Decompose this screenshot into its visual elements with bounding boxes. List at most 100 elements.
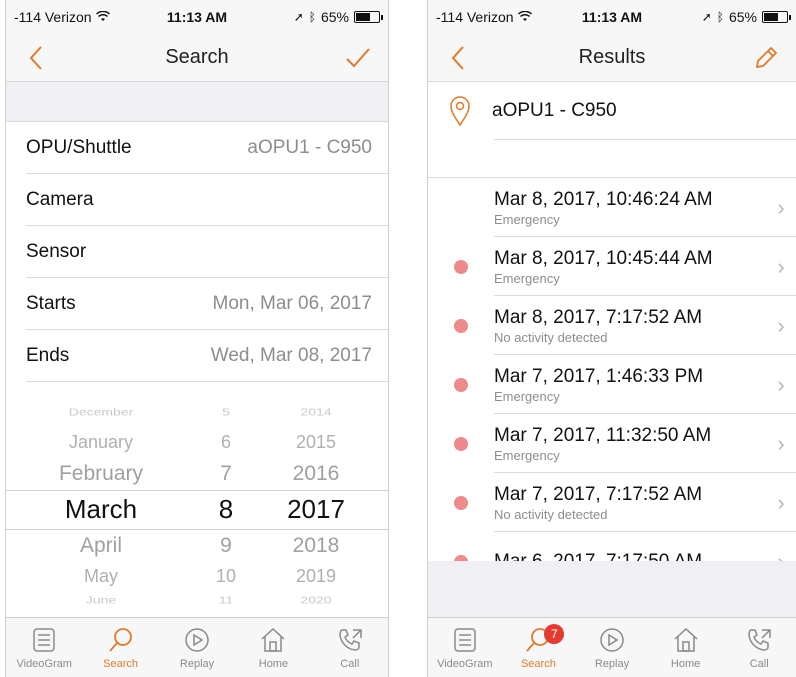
picker-month[interactable]: April xyxy=(26,534,176,558)
carrier-label: -114 Verizon xyxy=(14,9,92,25)
wifi-icon xyxy=(95,9,110,25)
picker-day[interactable]: 7 xyxy=(196,462,256,486)
sensor-row[interactable]: Sensor xyxy=(6,226,388,278)
chevron-left-icon xyxy=(451,46,464,70)
picker-month[interactable]: December xyxy=(26,406,176,417)
back-button[interactable] xyxy=(12,34,60,82)
tab-search-label: Search xyxy=(520,657,556,670)
wifi-icon xyxy=(517,9,532,25)
home-icon xyxy=(674,627,698,652)
starts-label: Starts xyxy=(26,293,76,314)
tab-replay-label: Replay xyxy=(594,657,630,670)
picker-day[interactable]: 6 xyxy=(196,432,256,453)
picker-month[interactable]: June xyxy=(26,594,176,605)
picker-year[interactable]: 2014 xyxy=(261,406,371,417)
sensor-label: Sensor xyxy=(26,241,87,262)
nav-bar: Search xyxy=(6,34,388,82)
tab-replay[interactable]: Replay xyxy=(159,618,235,677)
edit-button[interactable] xyxy=(742,34,790,82)
result-event-type: No activity detected xyxy=(494,329,608,345)
tab-home[interactable]: Home xyxy=(235,618,311,677)
location-arrow-icon: ➚ xyxy=(701,10,712,24)
tab-videogram-label: VideoGram xyxy=(437,657,493,670)
month-wheel[interactable]: December January February March April May June xyxy=(26,382,176,620)
tab-replay-label: Replay xyxy=(179,657,215,670)
results-list[interactable]: Mar 8, 2017, 10:46:24 AM Emergency › Mar 8,… xyxy=(428,178,796,561)
tab-call[interactable]: Call xyxy=(312,618,388,677)
result-row[interactable]: Mar 7, 2017, 1:46:33 PM Emergency › xyxy=(428,355,796,414)
picker-year[interactable]: 2015 xyxy=(261,432,371,453)
picker-month[interactable]: January xyxy=(26,432,176,453)
status-bar: -114 Verizon 11:13 AM ➚ ᛒ 65% xyxy=(6,0,388,34)
play-circle-icon xyxy=(600,627,624,652)
result-event-type: Emergency xyxy=(494,447,560,463)
unread-dot xyxy=(454,259,468,274)
tab-bar: VideoGram 7 Search Replay Home Call xyxy=(428,617,796,677)
result-row[interactable]: Mar 7, 2017, 7:17:52 AM No activity detec… xyxy=(428,473,796,532)
starts-row[interactable]: Starts Mon, Mar 06, 2017 xyxy=(6,278,388,330)
unread-dot xyxy=(454,495,468,510)
result-row[interactable]: Mar 6, 2017, 7:17:50 AM › xyxy=(428,532,796,561)
picker-year[interactable]: 2020 xyxy=(261,594,371,605)
date-picker[interactable]: December January February March April May June… xyxy=(6,382,388,620)
chevron-right-icon: › xyxy=(777,253,785,279)
tab-call[interactable]: Call xyxy=(722,618,796,677)
picker-month-selected[interactable]: March xyxy=(26,494,176,525)
battery-percent: 65% xyxy=(728,9,757,25)
result-event-type: Emergency xyxy=(494,211,560,227)
result-row[interactable]: Mar 8, 2017, 10:45:44 AM Emergency › xyxy=(428,237,796,296)
status-bar: -114 Verizon 11:13 AM ➚ ᛒ 65% xyxy=(428,0,796,34)
result-row[interactable]: Mar 8, 2017, 10:46:24 AM Emergency › xyxy=(428,178,796,237)
tab-videogram-label: VideoGram xyxy=(16,657,72,670)
result-row[interactable]: Mar 7, 2017, 11:32:50 AM Emergency › xyxy=(428,414,796,473)
camera-row[interactable]: Camera xyxy=(6,174,388,226)
tab-videogram[interactable]: VideoGram xyxy=(6,618,82,677)
picker-year[interactable]: 2018 xyxy=(261,534,371,558)
chevron-right-icon: › xyxy=(777,489,785,515)
chevron-left-icon xyxy=(29,46,42,70)
tab-search-label: Search xyxy=(103,657,139,670)
opu-row[interactable]: OPU/Shuttle aOPU1 - C950 xyxy=(6,122,388,174)
picker-year[interactable]: 2019 xyxy=(261,566,371,587)
picker-day-selected[interactable]: 8 xyxy=(196,494,256,525)
picker-month[interactable]: May xyxy=(26,566,176,587)
carrier-label: -114 Verizon xyxy=(436,9,514,25)
result-timestamp: Mar 7, 2017, 7:17:52 AM xyxy=(494,483,703,505)
result-timestamp: Mar 8, 2017, 7:17:52 AM xyxy=(494,306,703,328)
result-event-type: Emergency xyxy=(494,388,560,404)
tab-search[interactable]: Search xyxy=(82,618,158,677)
map-pin-icon xyxy=(450,96,470,127)
picker-month[interactable]: February xyxy=(26,462,176,486)
phone-icon xyxy=(339,628,362,651)
result-row[interactable]: Mar 8, 2017, 7:17:52 AM No activity detec… xyxy=(428,296,796,355)
tab-home[interactable]: Home xyxy=(649,618,723,677)
ends-row[interactable]: Ends Wed, Mar 08, 2017 xyxy=(6,330,388,382)
picker-day[interactable]: 11 xyxy=(196,594,256,605)
picker-day[interactable]: 5 xyxy=(196,406,256,417)
chevron-right-icon: › xyxy=(777,371,785,397)
play-circle-icon xyxy=(185,627,209,652)
tab-call-label: Call xyxy=(340,657,360,670)
bluetooth-icon: ᛒ xyxy=(308,10,316,24)
picker-year-selected[interactable]: 2017 xyxy=(261,494,371,525)
tab-videogram[interactable]: VideoGram xyxy=(428,618,502,677)
tab-home-label: Home xyxy=(258,657,289,670)
result-timestamp: Mar 8, 2017, 10:45:44 AM xyxy=(494,247,713,269)
picker-day[interactable]: 10 xyxy=(196,566,256,587)
picker-day[interactable]: 9 xyxy=(196,534,256,558)
chevron-right-icon: › xyxy=(777,312,785,338)
unread-dot xyxy=(454,318,468,333)
tab-search[interactable]: 7 Search xyxy=(502,618,576,677)
chevron-right-icon: › xyxy=(777,194,785,220)
confirm-button[interactable] xyxy=(334,34,382,82)
starts-value: Mon, Mar 06, 2017 xyxy=(212,293,372,314)
day-wheel[interactable]: 5 6 7 8 9 10 11 xyxy=(196,382,256,620)
tab-replay[interactable]: Replay xyxy=(575,618,649,677)
battery-fill xyxy=(356,13,371,21)
picker-year[interactable]: 2016 xyxy=(261,462,371,486)
back-button[interactable] xyxy=(434,34,482,82)
location-arrow-icon: ➚ xyxy=(293,10,304,24)
year-wheel[interactable]: 2014 2015 2016 2017 2018 2019 2020 xyxy=(261,382,371,620)
unread-dot xyxy=(454,377,468,392)
tab-home-label: Home xyxy=(670,657,701,670)
